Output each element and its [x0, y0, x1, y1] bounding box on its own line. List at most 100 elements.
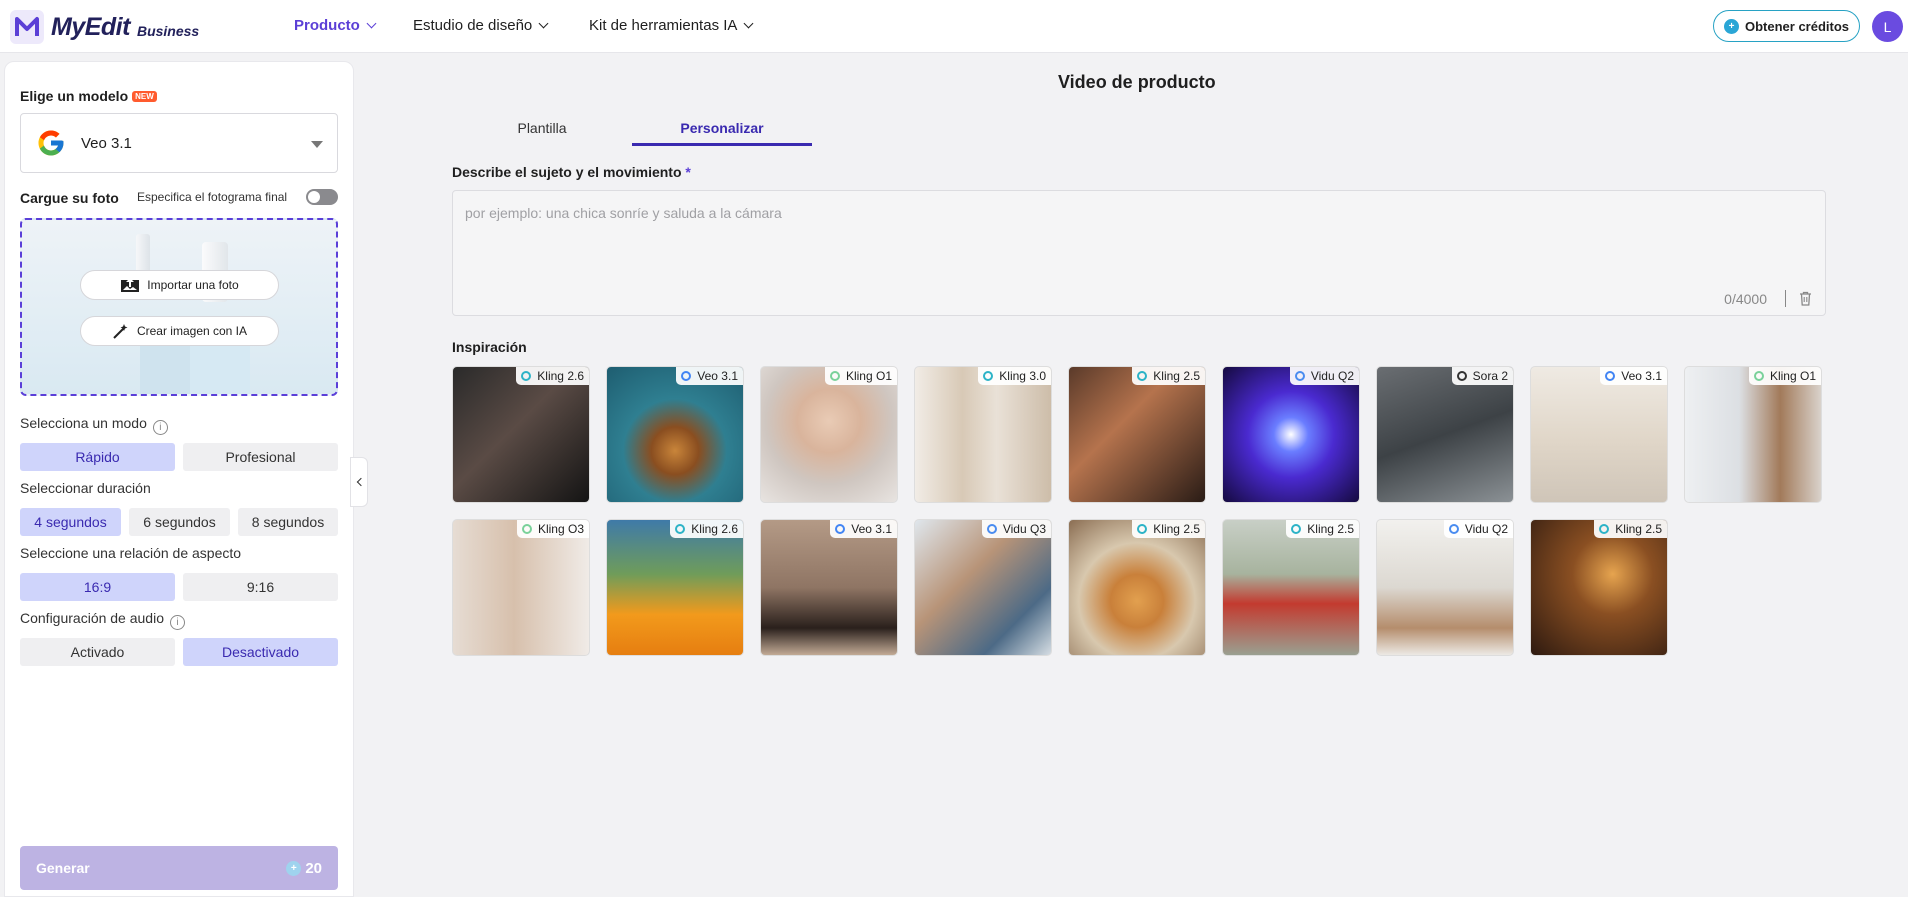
required-mark: *	[685, 164, 691, 180]
model-badge-label: Veo 3.1	[1621, 369, 1662, 383]
inspiration-label: Inspiración	[452, 339, 527, 355]
inspiration-card[interactable]: Veo 3.1	[1530, 366, 1668, 503]
prompt-label-text: Describe el sujeto y el movimiento	[452, 164, 682, 180]
inspiration-card[interactable]: Kling O1	[760, 366, 898, 503]
model-dropdown[interactable]: Veo 3.1	[20, 113, 338, 173]
inspiration-card[interactable]: Kling O3	[452, 519, 590, 656]
model-badge: Kling 3.0	[978, 367, 1051, 385]
inspiration-card[interactable]: Kling 2.5	[1530, 519, 1668, 656]
final-frame-toggle[interactable]	[306, 189, 338, 205]
tab-personalizar[interactable]: Personalizar	[632, 120, 812, 146]
mode-label: Selecciona un modo i	[20, 415, 168, 435]
inspiration-card[interactable]: Kling 2.5	[1222, 519, 1360, 656]
duration-4s-button[interactable]: 4 segundos	[20, 508, 121, 536]
duration-label: Seleccionar duración	[20, 480, 151, 496]
import-photo-label: Importar una foto	[147, 278, 239, 292]
model-badge: Vidu Q3	[981, 520, 1051, 538]
inspiration-card[interactable]: Kling 2.5	[1068, 519, 1206, 656]
image-upload-icon	[121, 278, 140, 292]
model-badge-label: Kling 2.6	[691, 522, 738, 536]
brand-sub: Business	[136, 23, 200, 39]
model-badge-label: Vidu Q2	[1464, 522, 1508, 536]
inspiration-card[interactable]: Veo 3.1	[760, 519, 898, 656]
model-badge-label: Kling 2.5	[1153, 369, 1200, 383]
model-badge: Kling O1	[824, 367, 897, 385]
kling-icon	[983, 371, 994, 381]
model-badge: Sora 2	[1451, 367, 1513, 385]
model-badge-label: Veo 3.1	[697, 369, 738, 383]
inspiration-card[interactable]: Vidu Q2	[1222, 366, 1360, 503]
model-badge-label: Kling 2.5	[1615, 522, 1662, 536]
create-ai-label: Crear imagen con IA	[136, 324, 248, 338]
model-badge-label: Vidu Q3	[1002, 522, 1046, 536]
model-badge-label: Kling 3.0	[999, 369, 1046, 383]
audio-on-button[interactable]: Activado	[20, 638, 175, 666]
aspect-16-9-button[interactable]: 16:9	[20, 573, 175, 601]
final-frame-label: Especifica el fotograma final	[137, 190, 288, 204]
model-badge-label: Kling O1	[1769, 369, 1816, 383]
info-icon[interactable]: i	[170, 615, 185, 630]
model-badge-label: Vidu Q2	[1310, 369, 1354, 383]
inspiration-card[interactable]: Vidu Q2	[1376, 519, 1514, 656]
inspiration-card[interactable]: Kling O1	[1684, 366, 1822, 503]
mode-profesional-button[interactable]: Profesional	[183, 443, 338, 471]
get-credits-button[interactable]: + Obtener créditos	[1713, 10, 1860, 42]
page-title: Video de producto	[1058, 72, 1216, 92]
model-badge: Kling O3	[516, 520, 589, 538]
duration-8s-button[interactable]: 8 segundos	[238, 508, 338, 536]
aspect-9-16-button[interactable]: 9:16	[183, 573, 338, 601]
photo-upload-dropzone[interactable]: Importar una foto Crear imagen con IA	[20, 218, 338, 396]
model-badge: Kling 2.5	[1132, 367, 1205, 385]
model-section-label: Elige un modelo NEW	[20, 88, 157, 104]
prompt-input[interactable]	[453, 191, 1825, 281]
chevron-left-icon	[356, 477, 365, 487]
google-icon	[1605, 371, 1616, 381]
model-badge: Veo 3.1	[1600, 367, 1667, 385]
audio-off-button[interactable]: Desactivado	[183, 638, 338, 666]
model-badge-label: Kling 2.5	[1153, 522, 1200, 536]
inspiration-card[interactable]: Kling 2.5	[1068, 366, 1206, 503]
mode-rapido-button[interactable]: Rápido	[20, 443, 175, 471]
nav-estudio-diseno[interactable]: Estudio de diseño	[413, 17, 549, 34]
nav-producto[interactable]: Producto	[294, 17, 377, 34]
inspiration-card[interactable]: Kling 3.0	[914, 366, 1052, 503]
avatar[interactable]: L	[1872, 11, 1903, 42]
nav-label: Kit de herramientas IA	[589, 17, 738, 34]
duration-6s-button[interactable]: 6 segundos	[129, 508, 230, 536]
prompt-box: 0/4000	[452, 190, 1826, 316]
inspiration-card[interactable]: Veo 3.1	[606, 366, 744, 503]
inspiration-card[interactable]: Kling 2.6	[606, 519, 744, 656]
kling-o-icon	[1753, 371, 1764, 381]
model-badge-label: Sora 2	[1472, 369, 1508, 383]
inspiration-card[interactable]: Vidu Q3	[914, 519, 1052, 656]
aspect-ratio-label: Seleccione una relación de aspecto	[20, 545, 242, 561]
generate-cost: +20	[286, 860, 322, 877]
divider	[1785, 290, 1786, 307]
kling-icon	[1599, 524, 1610, 534]
brand-logo[interactable]: MyEdit Business	[10, 10, 199, 44]
chevron-down-icon	[743, 18, 754, 29]
mode-label-text: Selecciona un modo	[20, 415, 147, 431]
google-icon	[38, 130, 64, 156]
model-label-text: Elige un modelo	[20, 88, 129, 104]
collapse-sidebar-button[interactable]	[350, 457, 368, 507]
model-badge: Kling 2.6	[516, 367, 589, 385]
model-badge: Kling 2.5	[1594, 520, 1667, 538]
dropdown-arrow-icon	[311, 141, 323, 148]
model-badge-label: Kling O1	[845, 369, 892, 383]
trash-icon[interactable]	[1799, 291, 1812, 306]
vidu-icon	[1448, 524, 1459, 534]
nav-kit-herramientas[interactable]: Kit de herramientas IA	[589, 17, 754, 34]
kling-o-icon	[521, 524, 532, 534]
create-ai-image-button[interactable]: Crear imagen con IA	[80, 316, 279, 346]
model-badge: Kling 2.5	[1132, 520, 1205, 538]
brand-name: MyEdit	[51, 12, 130, 41]
inspiration-card[interactable]: Sora 2	[1376, 366, 1514, 503]
import-photo-button[interactable]: Importar una foto	[80, 270, 279, 300]
generate-button[interactable]: Generar +20	[20, 846, 338, 890]
kling-icon	[1137, 371, 1148, 381]
prompt-label: Describe el sujeto y el movimiento *	[452, 164, 691, 180]
inspiration-card[interactable]: Kling 2.6	[452, 366, 590, 503]
tab-plantilla[interactable]: Plantilla	[452, 120, 632, 146]
info-icon[interactable]: i	[152, 420, 168, 435]
